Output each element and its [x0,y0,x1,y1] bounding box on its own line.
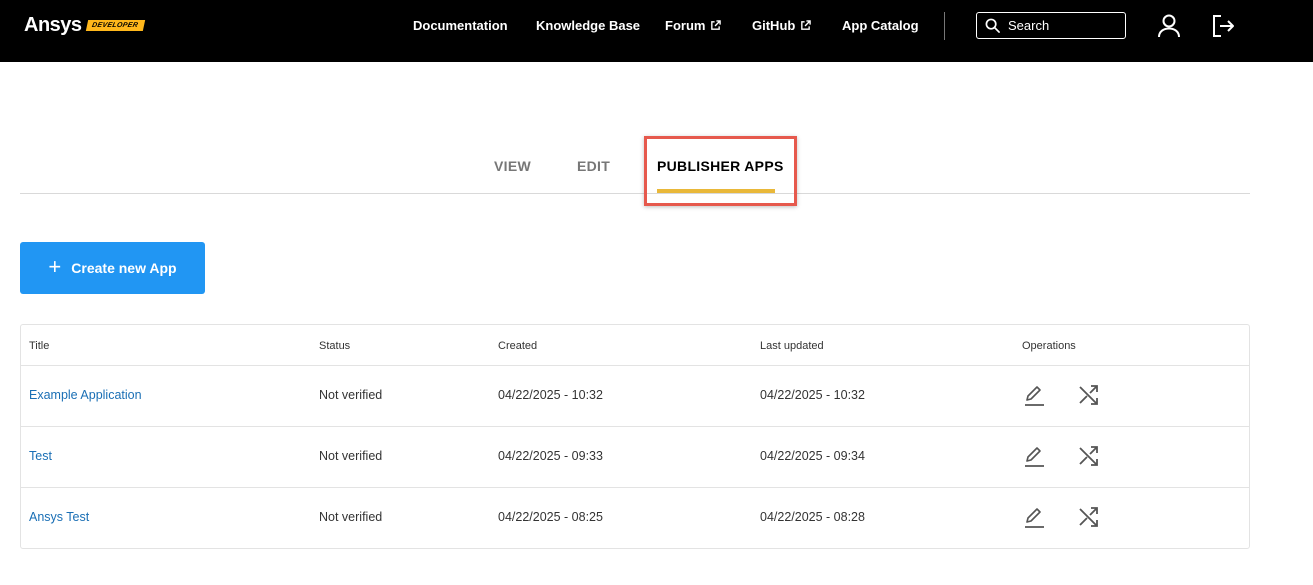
nav-github[interactable]: GitHub [752,18,812,33]
nav-app-catalog[interactable]: App Catalog [842,18,919,33]
nav-documentation-label: Documentation [413,18,508,33]
app-last-updated: 04/22/2025 - 10:32 [760,388,865,402]
nav-knowledge-base[interactable]: Knowledge Base [536,18,640,33]
nav-knowledge-base-label: Knowledge Base [536,18,641,33]
app-title-link[interactable]: Example Application [29,388,142,402]
app-last-updated: 04/22/2025 - 08:28 [760,510,865,524]
create-new-app-label: Create new App [71,260,177,276]
nav-forum-label: Forum [665,18,706,33]
app-created: 04/22/2025 - 10:32 [498,388,603,402]
nav-documentation[interactable]: Documentation [413,18,508,33]
shuffle-icon[interactable] [1077,505,1101,529]
top-navigation-bar: Ansys DEVELOPER Documentation Knowledge … [0,0,1313,62]
table-header: Title Status Created Last updated Operat… [21,325,1249,366]
column-header-last-updated: Last updated [760,340,824,352]
app-status: Not verified [319,510,383,524]
create-new-app-button[interactable]: + Create new App [20,242,205,294]
edit-icon[interactable] [1022,444,1046,468]
nav-divider [944,12,945,40]
column-header-created: Created [498,340,538,352]
table-row: Ansys Test Not verified 04/22/2025 - 08:… [21,488,1249,549]
shuffle-icon[interactable] [1077,444,1101,468]
external-link-icon [711,20,722,30]
app-title-link[interactable]: Test [29,449,52,463]
tab-bar: VIEW EDIT PUBLISHER APPS [20,140,1250,194]
user-icon[interactable] [1157,13,1181,39]
apps-table: Title Status Created Last updated Operat… [20,324,1250,549]
app-status: Not verified [319,449,383,463]
column-header-operations: Operations [1022,340,1076,352]
developer-badge: DEVELOPER [85,20,145,31]
table-row: Example Application Not verified 04/22/2… [21,366,1249,427]
app-created: 04/22/2025 - 08:25 [498,510,603,524]
app-status: Not verified [319,388,383,402]
edit-icon[interactable] [1022,505,1046,529]
tab-edit[interactable]: EDIT [577,158,610,174]
logout-icon[interactable] [1211,13,1235,39]
logo-text: Ansys [24,14,82,36]
nav-app-catalog-label: App Catalog [842,18,919,33]
nav-forum[interactable]: Forum [665,18,722,33]
table-row: Test Not verified 04/22/2025 - 09:33 04/… [21,427,1249,488]
tab-publisher-apps[interactable]: PUBLISHER APPS [657,158,784,174]
app-created: 04/22/2025 - 09:33 [498,449,603,463]
column-header-title: Title [29,340,50,352]
edit-icon[interactable] [1022,383,1046,407]
shuffle-icon[interactable] [1077,383,1101,407]
app-last-updated: 04/22/2025 - 09:34 [760,449,865,463]
ansys-developer-logo[interactable]: Ansys DEVELOPER [24,14,145,37]
search-input[interactable] [1008,18,1108,33]
search-icon [985,18,1000,33]
external-link-icon [801,20,812,30]
nav-github-label: GitHub [752,18,796,33]
app-title-link[interactable]: Ansys Test [29,510,89,524]
plus-icon: + [48,254,62,279]
search-box[interactable] [976,12,1126,39]
tab-view[interactable]: VIEW [494,158,531,174]
column-header-status: Status [319,340,351,352]
active-tab-indicator [657,189,775,193]
